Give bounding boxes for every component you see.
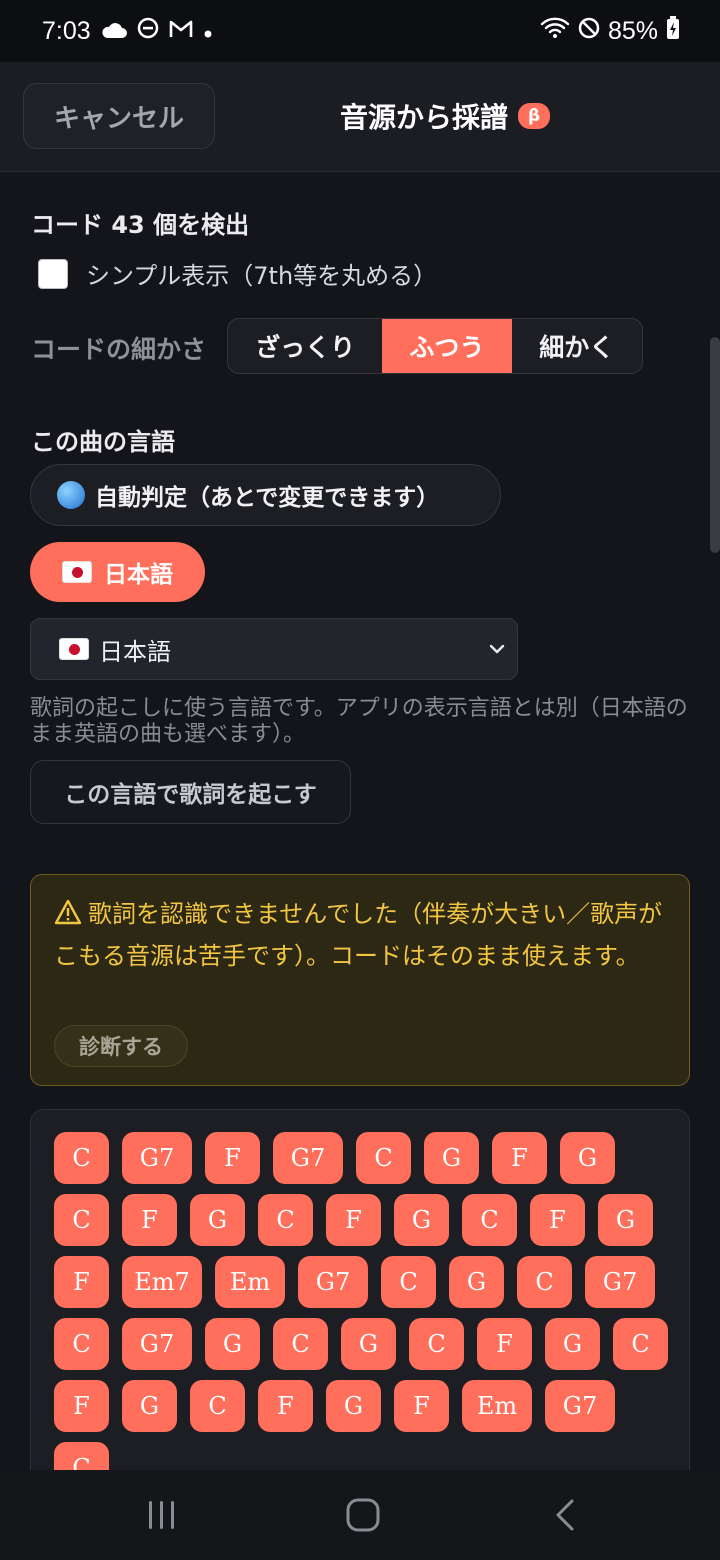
chord-chip[interactable]: F [54,1256,109,1308]
granularity-label: コードの細かさ [31,335,207,364]
chord-chip[interactable]: G [122,1380,177,1432]
chevron-down-icon [485,637,509,667]
chord-chip[interactable]: G [341,1318,396,1370]
granularity-option-normal[interactable]: ふつう [382,319,512,373]
chord-chip[interactable]: F [530,1194,585,1246]
chord-chip[interactable]: G [394,1194,449,1246]
chord-chip[interactable]: G [598,1194,653,1246]
globe-icon [57,481,85,509]
warning-box: 歌詞を認識できませんでした（伴奏が大きい／歌声がこもる音源は苦手です）。コードは… [30,874,690,1086]
chord-chip[interactable]: G [449,1256,504,1308]
chord-chip[interactable]: F [258,1380,313,1432]
chord-chip[interactable]: G7 [545,1380,615,1432]
cancel-button[interactable]: キャンセル [23,83,215,149]
system-navigation-bar [0,1470,720,1560]
chord-chip[interactable]: F [326,1194,381,1246]
chord-chip[interactable]: C [381,1256,436,1308]
chord-chip[interactable]: F [54,1380,109,1432]
warning-text: 歌詞を認識できませんでした（伴奏が大きい／歌声がこもる音源は苦手です）。コードは… [54,900,663,970]
recent-apps-button[interactable] [146,1498,178,1536]
chord-chip[interactable]: C [409,1318,464,1370]
chord-chip[interactable]: C [273,1318,328,1370]
chord-chip[interactable]: Em7 [122,1256,202,1308]
chord-chip[interactable]: C [54,1132,109,1184]
chord-chip[interactable]: G7 [122,1132,192,1184]
language-help-text: 歌詞の起こしに使う言語です。アプリの表示言語とは別（日本語のまま英語の曲も選べま… [30,696,688,747]
cloud-icon [101,17,127,46]
chord-chip[interactable]: C [613,1318,668,1370]
battery-charging-icon [666,15,680,47]
chord-chip[interactable]: C [190,1380,245,1432]
chord-chip[interactable]: G [545,1318,600,1370]
chord-chip[interactable]: F [477,1318,532,1370]
chord-chip[interactable]: C [462,1194,517,1246]
chord-chip[interactable]: C [54,1194,109,1246]
chord-chip[interactable]: Em [215,1256,285,1308]
simple-display-checkbox[interactable] [38,258,68,289]
warning-icon [54,898,82,937]
home-button[interactable] [345,1498,381,1536]
chord-chip[interactable]: G [205,1318,260,1370]
auto-detect-language-button[interactable]: 自動判定（あとで変更できます） [30,464,501,526]
chord-chip[interactable]: Em [462,1380,532,1432]
do-not-disturb-icon [137,17,159,46]
back-button[interactable] [552,1498,578,1536]
chord-chip[interactable]: G7 [273,1132,343,1184]
chord-chip[interactable]: F [122,1194,177,1246]
japanese-language-chip[interactable]: 日本語 [30,542,205,602]
chord-chip[interactable]: F [492,1132,547,1184]
status-bar: 7:03 85% [0,0,720,62]
granularity-option-coarse[interactable]: ざっくり [228,319,382,373]
header: キャンセル 音源から採譜 β [0,62,720,172]
scrollbar[interactable] [710,337,720,553]
chord-chip[interactable]: G7 [298,1256,368,1308]
chord-chip[interactable]: F [394,1380,449,1432]
chord-chip[interactable]: F [205,1132,260,1184]
diagnose-button[interactable]: 診断する [54,1025,188,1067]
simple-display-option[interactable]: シンプル表示（7th等を丸める） [38,256,437,291]
japan-flag-icon [62,561,92,583]
simple-display-label: シンプル表示（7th等を丸める） [86,262,438,290]
chord-chip[interactable]: G7 [585,1256,655,1308]
status-time: 7:03 [42,16,91,45]
chord-chip[interactable]: C [356,1132,411,1184]
battery-percent: 85% [607,16,658,45]
page-title-text: 音源から採譜 [340,101,509,134]
japan-flag-icon [59,638,89,660]
chord-chip[interactable]: G7 [122,1318,192,1370]
notification-dot-icon [203,17,213,46]
beta-badge: β [518,103,551,129]
gmail-icon [169,17,193,46]
language-select-value: 日本語 [99,637,171,666]
chord-chip[interactable]: C [54,1318,109,1370]
chord-chip[interactable]: C [258,1194,313,1246]
language-heading: この曲の言語 [31,428,175,456]
granularity-option-fine[interactable]: 細かく [512,319,642,373]
chord-chip[interactable]: G [190,1194,245,1246]
warning-message: 歌詞を認識できませんでした（伴奏が大きい／歌声がこもる音源は苦手です）。コードは… [54,895,669,976]
chord-chip[interactable]: G [424,1132,479,1184]
chord-chip[interactable]: G [560,1132,615,1184]
blocked-icon [578,17,600,46]
detect-heading: コード 43 個を検出 [31,211,250,239]
wifi-icon [540,16,570,47]
language-select[interactable]: 日本語 [30,618,518,680]
chords-panel: C G7 F G7 C G F G C F G C F G C F G F Em7 Em G7 C G C G7 C G7 G C G C F… [30,1109,690,1509]
transcribe-lyrics-button[interactable]: この言語で歌詞を起こす [30,760,351,824]
auto-detect-label: 自動判定（あとで変更できます） [95,485,440,511]
chord-chip[interactable]: G [326,1380,381,1432]
page-title: 音源から採譜 β [340,96,551,136]
japanese-chip-label: 日本語 [104,562,173,588]
chord-chip[interactable]: C [517,1256,572,1308]
granularity-segmented-control: ざっくり ふつう 細かく [227,318,643,374]
